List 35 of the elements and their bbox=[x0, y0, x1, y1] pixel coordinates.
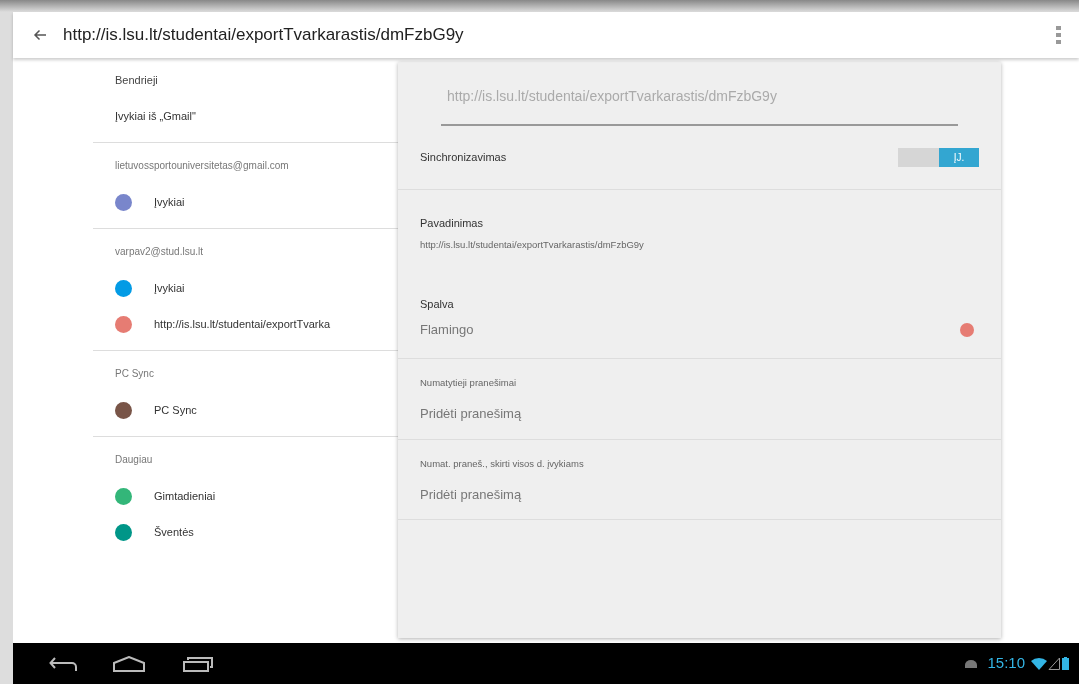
battery-icon bbox=[1062, 657, 1069, 670]
group-header: Daugiau bbox=[114, 453, 154, 467]
home-icon[interactable] bbox=[113, 655, 145, 672]
group-header: PC Sync bbox=[114, 367, 155, 381]
name-label: Pavadinimas bbox=[420, 216, 484, 231]
group-header: varpav2@stud.lsu.lt bbox=[114, 245, 204, 259]
color-dot[interactable] bbox=[960, 323, 974, 337]
sync-toggle[interactable]: ĮJ. bbox=[898, 148, 979, 167]
notification-label: Numat. praneš., skirti visos d. įvykiams bbox=[420, 456, 585, 471]
group-header: lietuvossportouniversitetas@gmail.com bbox=[114, 159, 290, 173]
add-notification-link[interactable]: Pridėti pranešimą bbox=[420, 404, 979, 424]
android-icon bbox=[964, 658, 979, 669]
calendar-name: Šventės bbox=[154, 524, 194, 540]
color-value: Flamingo bbox=[420, 321, 474, 340]
back-nav-icon[interactable] bbox=[49, 655, 77, 672]
calendar-name: Įvykiai bbox=[154, 194, 185, 210]
group-header: Bendrieji bbox=[114, 73, 159, 88]
calendar-name: Gimtadieniai bbox=[154, 488, 216, 504]
add-notification-link[interactable]: Pridėti pranešimą bbox=[420, 484, 979, 505]
back-arrow-icon[interactable] bbox=[33, 29, 47, 41]
calendar-item[interactable]: Įvykiai iš „Gmail" bbox=[93, 98, 398, 134]
calendar-name-value: http://is.lsu.lt/studentai/exportTvarkarastis/dmFzbG9y bbox=[420, 237, 645, 252]
recent-apps-icon[interactable] bbox=[183, 655, 213, 672]
name-input-field[interactable]: http://is.lsu.lt/studentai/exportTvarkarastis/dmFzbG9y bbox=[441, 62, 958, 126]
notification-label: Numatytieji pranešimai bbox=[420, 375, 518, 390]
clock: 15:10 bbox=[987, 653, 1025, 674]
sync-label: Sinchronizavimas bbox=[420, 150, 507, 166]
wifi-icon bbox=[1031, 657, 1047, 670]
signal-icon bbox=[1048, 657, 1060, 670]
calendar-name: PC Sync bbox=[154, 402, 197, 418]
calendar-name: Įvykiai bbox=[154, 280, 185, 296]
color-label: Spalva bbox=[420, 296, 455, 312]
calendar-name: http://is.lsu.lt/studentai/exportTvarka bbox=[154, 316, 331, 332]
overflow-menu-icon[interactable] bbox=[1056, 26, 1061, 44]
app-bar-title: http://is.lsu.lt/studentai/exportTvarkarastis/dmFzbG9y bbox=[63, 24, 464, 47]
